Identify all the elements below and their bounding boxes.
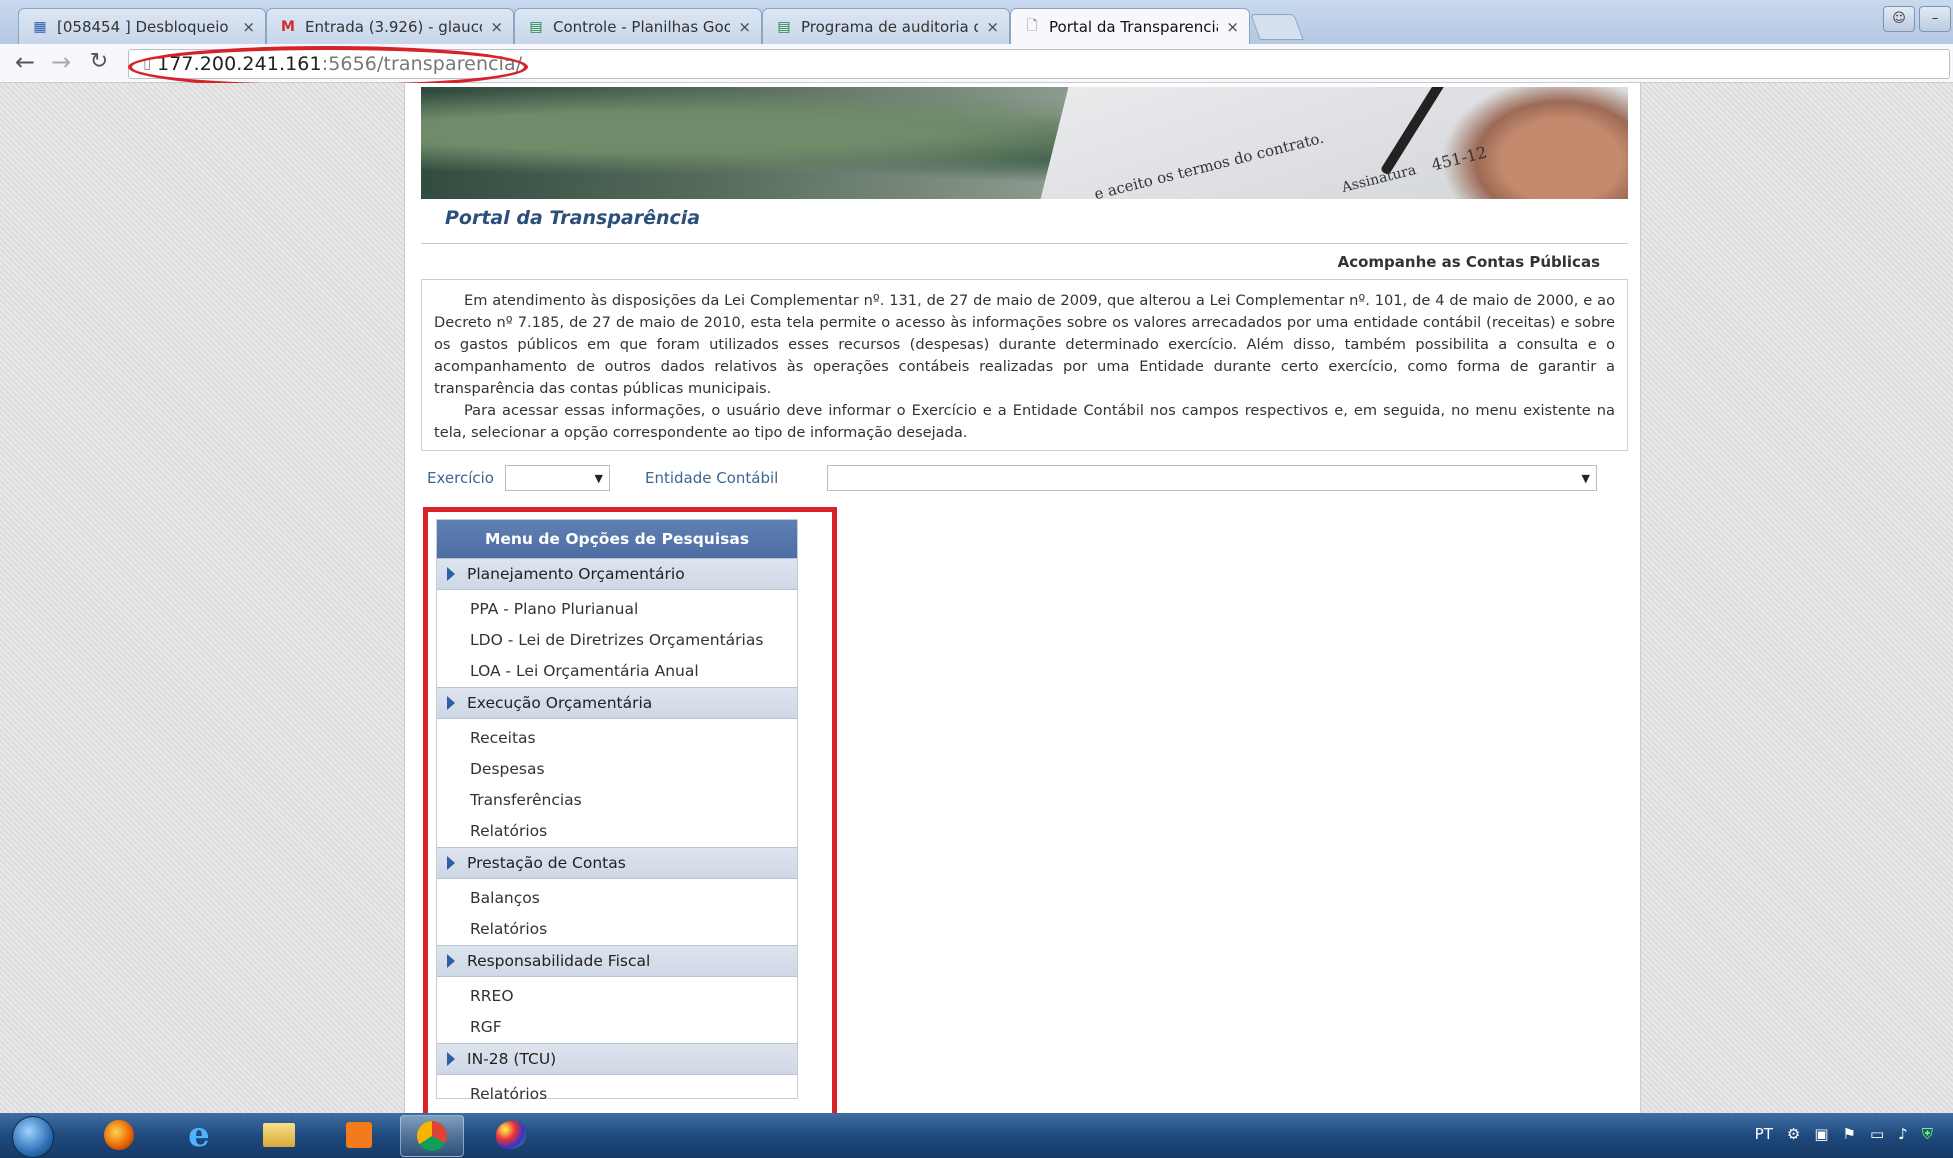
header-banner: e aceito os termos do contrato. Assinatu…: [421, 87, 1628, 199]
start-button[interactable]: [12, 1116, 54, 1158]
tab-title: Programa de auditoria de: [801, 17, 979, 36]
paint-icon[interactable]: [480, 1115, 542, 1155]
menu-section-responsabilidade-fiscal[interactable]: Responsabilidade Fiscal: [437, 945, 797, 977]
page-viewport: e aceito os termos do contrato. Assinatu…: [0, 83, 1953, 1119]
exercicio-label: Exercício: [427, 469, 494, 487]
volume-icon[interactable]: ♪: [1898, 1125, 1908, 1143]
menu-section-label: Planejamento Orçamentário: [467, 565, 685, 583]
menu-item-ppa[interactable]: PPA - Plano Plurianual: [437, 594, 797, 625]
menu-item-receitas[interactable]: Receitas: [437, 723, 797, 754]
menu-item-despesas[interactable]: Despesas: [437, 754, 797, 785]
browser-tab-strip: ▦ [058454 ] Desbloqueio × M Entrada (3.9…: [0, 0, 1953, 45]
notification-icon[interactable]: ▣: [1814, 1125, 1828, 1143]
menu-item-relatorios[interactable]: Relatórios: [437, 1079, 797, 1110]
firefox-icon[interactable]: [88, 1115, 150, 1155]
triangle-right-icon: [447, 856, 455, 870]
close-icon[interactable]: ×: [738, 18, 751, 36]
tab-gmail[interactable]: M Entrada (3.926) - glaucova ×: [266, 8, 514, 44]
menu-section-in28-tcu[interactable]: IN-28 (TCU): [437, 1043, 797, 1075]
tab-desbloqueio[interactable]: ▦ [058454 ] Desbloqueio ×: [18, 8, 266, 44]
page-container: e aceito os termos do contrato. Assinatu…: [404, 83, 1641, 1119]
tab-title: Portal da Transparencia: [1049, 18, 1219, 36]
triangle-right-icon: [447, 696, 455, 710]
menu-item-transferencias[interactable]: Transferências: [437, 785, 797, 816]
exercicio-select[interactable]: ▼: [505, 465, 610, 491]
menu-item-balancos[interactable]: Balanços: [437, 883, 797, 914]
menu-section-planejamento[interactable]: Planejamento Orçamentário: [437, 558, 797, 590]
tab-title: [058454 ] Desbloqueio: [57, 17, 229, 36]
page-title: Portal da Transparência: [445, 207, 701, 229]
user-profile-icon[interactable]: ☺: [1883, 6, 1915, 32]
menu-section-execucao[interactable]: Execução Orçamentária: [437, 687, 797, 719]
file-explorer-icon[interactable]: [248, 1115, 310, 1155]
chrome-icon[interactable]: [400, 1115, 464, 1157]
internet-explorer-icon[interactable]: e: [168, 1115, 230, 1155]
tab-programa-auditoria[interactable]: ▤ Programa de auditoria de ×: [762, 8, 1010, 44]
windows-taskbar: e PT ⚙ ▣ ⚑ ▭ ♪ ⛨: [0, 1113, 1953, 1158]
gmail-icon: M: [281, 18, 295, 35]
tab-title: Entrada (3.926) - glaucova: [305, 17, 482, 36]
chevron-down-icon: ▼: [594, 472, 603, 485]
menu-item-ldo[interactable]: LDO - Lei de Diretrizes Orçamentárias: [437, 625, 797, 656]
entidade-contabil-label: Entidade Contábil: [645, 469, 779, 487]
new-tab-button[interactable]: [1250, 14, 1304, 40]
media-player-icon[interactable]: [328, 1115, 390, 1155]
close-icon[interactable]: ×: [242, 18, 255, 36]
entidade-contabil-select[interactable]: ▼: [827, 465, 1597, 491]
monitor-icon[interactable]: ▭: [1870, 1125, 1884, 1143]
close-icon[interactable]: ×: [490, 18, 503, 36]
page-icon: 🗋: [1026, 18, 1038, 34]
menu-item-loa[interactable]: LOA - Lei Orçamentária Anual: [437, 656, 797, 687]
triangle-right-icon: [447, 954, 455, 968]
divider: [421, 243, 1628, 244]
page-subtitle: Acompanhe as Contas Públicas: [1337, 253, 1600, 271]
window-controls: ☺ –: [1883, 6, 1953, 34]
tab-portal-transparencia[interactable]: 🗋 Portal da Transparencia ×: [1010, 8, 1250, 45]
menu-item-relatorios[interactable]: Relatórios: [437, 816, 797, 847]
triangle-right-icon: [447, 567, 455, 581]
menu-section-label: Prestação de Contas: [467, 854, 626, 872]
network-icon[interactable]: ⚙: [1787, 1125, 1800, 1143]
tab-title: Controle - Planilhas Goog: [553, 17, 731, 36]
sheets-icon: ▤: [529, 18, 543, 35]
menu-item-rreo[interactable]: RREO: [437, 981, 797, 1012]
menu-section-label: Responsabilidade Fiscal: [467, 952, 651, 970]
chevron-down-icon: ▼: [1581, 472, 1590, 485]
reload-icon[interactable]: ↻: [86, 50, 112, 76]
back-arrow-icon[interactable]: ←: [12, 50, 38, 76]
banner-hand: [1441, 87, 1628, 199]
menu-section-prestacao-contas[interactable]: Prestação de Contas: [437, 847, 797, 879]
sheets-icon: ▤: [777, 18, 791, 35]
intro-text-box: Em atendimento às disposições da Lei Com…: [421, 279, 1628, 451]
close-icon[interactable]: ×: [986, 18, 999, 36]
search-options-menu: Menu de Opções de Pesquisas Planejamento…: [436, 519, 798, 1103]
flag-icon[interactable]: ⚑: [1843, 1125, 1856, 1143]
language-indicator[interactable]: PT: [1755, 1125, 1773, 1143]
menu-item-rgf[interactable]: RGF: [437, 1012, 797, 1043]
close-icon[interactable]: ×: [1226, 18, 1239, 36]
menu-item-relatorios[interactable]: Relatórios: [437, 914, 797, 945]
menu-section-label: IN-28 (TCU): [467, 1050, 557, 1068]
intro-paragraph: Para acessar essas informações, o usuári…: [434, 402, 1615, 441]
intro-paragraph: Em atendimento às disposições da Lei Com…: [434, 292, 1615, 397]
filters-row: Exercício ▼ Entidade Contábil ▼: [427, 465, 1627, 495]
url-highlight-annotation: [128, 46, 528, 88]
menu-header: Menu de Opções de Pesquisas: [437, 520, 797, 558]
tab-controle-planilhas[interactable]: ▤ Controle - Planilhas Goog ×: [514, 8, 762, 44]
calendar-icon: ▦: [33, 18, 47, 35]
minimize-button[interactable]: –: [1919, 6, 1951, 32]
system-tray: PT ⚙ ▣ ⚑ ▭ ♪ ⛨: [1755, 1125, 1933, 1143]
menu-section-label: Execução Orçamentária: [467, 694, 653, 712]
forward-arrow-icon[interactable]: →: [48, 50, 74, 76]
shield-icon[interactable]: ⛨: [1922, 1125, 1933, 1143]
triangle-right-icon: [447, 1052, 455, 1066]
